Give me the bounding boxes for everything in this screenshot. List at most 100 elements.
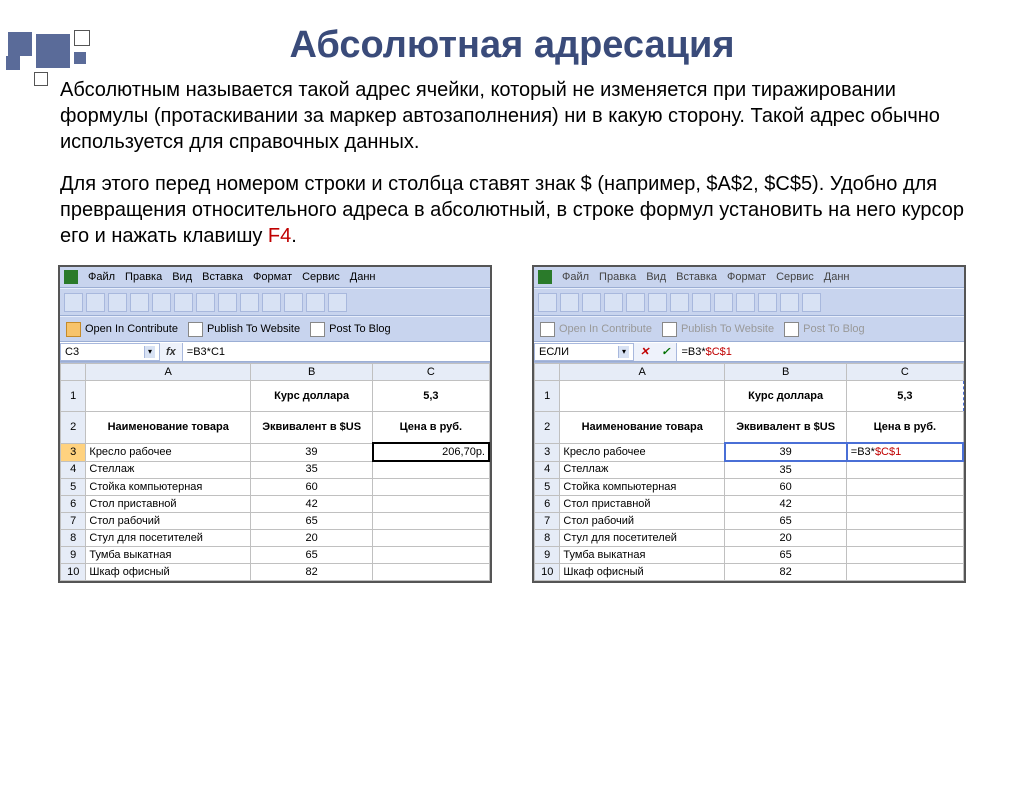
formula-value[interactable]: =B3*$C$1	[676, 343, 964, 361]
select-all-corner[interactable]	[535, 364, 560, 381]
menu-view[interactable]: Вид	[172, 272, 192, 283]
toolbar-button[interactable]	[240, 293, 259, 312]
row-header[interactable]: 9	[61, 547, 86, 564]
cell[interactable]: 20	[725, 530, 847, 547]
toolbar-button[interactable]	[196, 293, 215, 312]
menu-format[interactable]: Формат	[253, 272, 292, 283]
toolbar-button[interactable]	[86, 293, 105, 312]
row-header[interactable]: 7	[535, 513, 560, 530]
row-header[interactable]: 8	[535, 530, 560, 547]
toolbar-button[interactable]	[152, 293, 171, 312]
name-box[interactable]: C3▾	[60, 343, 160, 361]
select-all-corner[interactable]	[61, 364, 86, 381]
cell[interactable]: Стул для посетителей	[86, 530, 251, 547]
worksheet-grid-left[interactable]: A B C 1 Курс доллара 5,3 2 Наименование …	[60, 362, 490, 581]
row-header[interactable]: 9	[535, 547, 560, 564]
row-header[interactable]: 1	[535, 381, 560, 412]
toolbar-button[interactable]	[780, 293, 799, 312]
menu-file[interactable]: Файл	[88, 272, 115, 283]
cell-referenced[interactable]: 39	[725, 443, 847, 461]
row-header[interactable]: 6	[535, 496, 560, 513]
cell[interactable]: 82	[251, 564, 373, 581]
row-header[interactable]: 3	[535, 443, 560, 461]
menu-data[interactable]: Данн	[824, 272, 850, 283]
row-header[interactable]: 5	[61, 479, 86, 496]
toolbar-button[interactable]	[736, 293, 755, 312]
cell[interactable]: 65	[251, 547, 373, 564]
toolbar-button[interactable]	[758, 293, 777, 312]
toolbar-button[interactable]	[284, 293, 303, 312]
cell[interactable]: Цена в руб.	[847, 412, 963, 444]
menu-file[interactable]: Файл	[562, 272, 589, 283]
toolbar-button[interactable]	[130, 293, 149, 312]
post-to-blog[interactable]: Post To Blog	[310, 322, 391, 337]
cell[interactable]: 60	[251, 479, 373, 496]
menu-insert[interactable]: Вставка	[676, 272, 717, 283]
row-header[interactable]: 2	[535, 412, 560, 444]
cell[interactable]: Тумба выкатная	[86, 547, 251, 564]
row-header[interactable]: 6	[61, 496, 86, 513]
cell[interactable]: Стойка компьютерная	[560, 479, 725, 496]
toolbar-button[interactable]	[306, 293, 325, 312]
cell[interactable]: Стол рабочий	[560, 513, 725, 530]
row-header[interactable]: 10	[535, 564, 560, 581]
toolbar-button[interactable]	[802, 293, 821, 312]
cell[interactable]: Эквивалент в $US	[725, 412, 847, 444]
row-header[interactable]: 5	[535, 479, 560, 496]
menu-edit[interactable]: Правка	[125, 272, 162, 283]
row-header[interactable]: 7	[61, 513, 86, 530]
cell[interactable]: Шкаф офисный	[86, 564, 251, 581]
toolbar-button[interactable]	[626, 293, 645, 312]
toolbar-button[interactable]	[604, 293, 623, 312]
menu-tools[interactable]: Сервис	[776, 272, 814, 283]
cell[interactable]: Стойка компьютерная	[86, 479, 251, 496]
cell[interactable]: Наименование товара	[86, 412, 251, 444]
col-header-A[interactable]: A	[86, 364, 251, 381]
toolbar-button[interactable]	[560, 293, 579, 312]
toolbar-button[interactable]	[174, 293, 193, 312]
formula-value[interactable]: =B3*C1	[182, 343, 490, 361]
cell[interactable]: Наименование товара	[560, 412, 725, 444]
menu-data[interactable]: Данн	[350, 272, 376, 283]
toolbar-button[interactable]	[262, 293, 281, 312]
publish-to-website[interactable]: Publish To Website	[188, 322, 300, 337]
cell[interactable]: Стул для посетителей	[560, 530, 725, 547]
cell-editing[interactable]: =B3*$C$1	[847, 443, 963, 461]
cell[interactable]: 65	[725, 547, 847, 564]
cell[interactable]: Цена в руб.	[373, 412, 489, 444]
cell-selected[interactable]: 206,70р.	[373, 443, 489, 461]
cell[interactable]: 20	[251, 530, 373, 547]
cell[interactable]: 42	[251, 496, 373, 513]
col-header-B[interactable]: B	[725, 364, 847, 381]
menu-view[interactable]: Вид	[646, 272, 666, 283]
cell[interactable]: Стол приставной	[560, 496, 725, 513]
row-header[interactable]: 4	[535, 461, 560, 479]
row-header[interactable]: 10	[61, 564, 86, 581]
cell[interactable]: Тумба выкатная	[560, 547, 725, 564]
toolbar-button[interactable]	[582, 293, 601, 312]
confirm-icon[interactable]: ✓	[655, 343, 676, 361]
toolbar-button[interactable]	[538, 293, 557, 312]
cell[interactable]: 5,3	[373, 381, 489, 412]
cell[interactable]: Курс доллара	[251, 381, 373, 412]
cell[interactable]: 65	[251, 513, 373, 530]
menu-insert[interactable]: Вставка	[202, 272, 243, 283]
cell[interactable]: Стеллаж	[86, 461, 251, 479]
cell[interactable]: 39	[251, 443, 373, 461]
cell-referenced[interactable]: 5,3	[847, 381, 963, 412]
col-header-C[interactable]: C	[847, 364, 963, 381]
cell[interactable]: Кресло рабочее	[86, 443, 251, 461]
row-header[interactable]: 8	[61, 530, 86, 547]
menu-tools[interactable]: Сервис	[302, 272, 340, 283]
toolbar-button[interactable]	[218, 293, 237, 312]
cell[interactable]: Кресло рабочее	[560, 443, 725, 461]
toolbar-button[interactable]	[692, 293, 711, 312]
fx-label[interactable]: fx	[160, 343, 182, 361]
toolbar-button[interactable]	[64, 293, 83, 312]
row-header[interactable]: 1	[61, 381, 86, 412]
toolbar-button[interactable]	[714, 293, 733, 312]
cell[interactable]: Стол приставной	[86, 496, 251, 513]
cell[interactable]: Стол рабочий	[86, 513, 251, 530]
cell[interactable]: Эквивалент в $US	[251, 412, 373, 444]
cell[interactable]: 35	[725, 461, 847, 479]
